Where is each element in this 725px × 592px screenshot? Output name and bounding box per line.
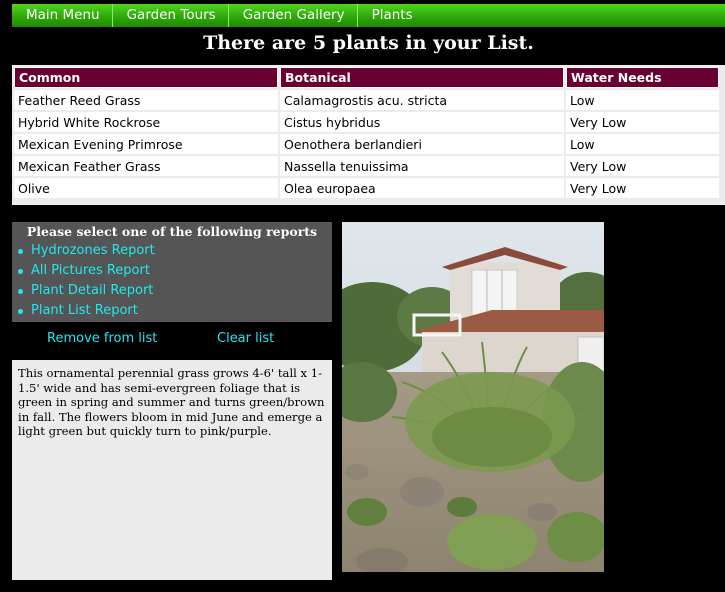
column-header-water-needs: Water Needs xyxy=(566,67,719,88)
bullet-icon xyxy=(18,249,23,254)
plant-description: This ornamental perennial grass grows 4-… xyxy=(12,360,332,580)
table-row: Hybrid White Rockrose Cistus hybridus Ve… xyxy=(14,112,719,132)
table-row: Feather Reed Grass Calamagrostis acu. st… xyxy=(14,90,719,110)
table-row: Mexican Evening Primrose Oenothera berla… xyxy=(14,134,719,154)
report-link-all-pictures[interactable]: All Pictures Report xyxy=(12,261,332,281)
cell-botanical: Calamagrostis acu. stricta xyxy=(280,90,564,110)
report-list: Hydrozones Report All Pictures Report Pl… xyxy=(12,241,332,321)
report-link-label: Plant List Report xyxy=(31,303,138,318)
remove-from-list-link[interactable]: Remove from list xyxy=(47,331,157,346)
page-title: There are 5 plants in your List. xyxy=(203,32,534,54)
cell-botanical: Nassella tenuissima xyxy=(280,156,564,176)
cell-common: Olive xyxy=(14,178,278,198)
cell-botanical: Oenothera berlandieri xyxy=(280,134,564,154)
cell-common: Feather Reed Grass xyxy=(14,90,278,110)
report-link-label: All Pictures Report xyxy=(31,263,150,278)
report-link-label: Hydrozones Report xyxy=(31,243,155,258)
cell-common: Hybrid White Rockrose xyxy=(14,112,278,132)
plant-list-table: Common Botanical Water Needs Feather Ree… xyxy=(12,65,721,200)
top-navigation-bar: Main Menu Garden Tours Garden Gallery Pl… xyxy=(12,4,725,27)
clear-list-link[interactable]: Clear list xyxy=(217,331,274,346)
report-link-label: Plant Detail Report xyxy=(31,283,154,298)
table-header-row: Common Botanical Water Needs xyxy=(14,67,719,88)
cell-water-needs: Low xyxy=(566,90,719,110)
cell-water-needs: Very Low xyxy=(566,112,719,132)
cell-botanical: Olea europaea xyxy=(280,178,564,198)
report-link-plant-detail[interactable]: Plant Detail Report xyxy=(12,281,332,301)
reports-panel: Please select one of the following repor… xyxy=(12,222,332,322)
nav-main-menu[interactable]: Main Menu xyxy=(12,4,113,27)
cell-common: Mexican Evening Primrose xyxy=(14,134,278,154)
report-link-hydrozones[interactable]: Hydrozones Report xyxy=(12,241,332,261)
cell-water-needs: Very Low xyxy=(566,156,719,176)
cell-water-needs: Low xyxy=(566,134,719,154)
nav-plants[interactable]: Plants xyxy=(358,4,425,27)
bullet-icon xyxy=(18,289,23,294)
reports-panel-title: Please select one of the following repor… xyxy=(26,224,318,239)
cell-botanical: Cistus hybridus xyxy=(280,112,564,132)
plant-photo xyxy=(342,222,604,572)
nav-garden-gallery[interactable]: Garden Gallery xyxy=(229,4,358,27)
table-row: Olive Olea europaea Very Low xyxy=(14,178,719,198)
nav-garden-tours[interactable]: Garden Tours xyxy=(113,4,229,27)
cell-common: Mexican Feather Grass xyxy=(14,156,278,176)
bullet-icon xyxy=(18,269,23,274)
plant-list-table-container: Common Botanical Water Needs Feather Ree… xyxy=(12,65,725,205)
bullet-icon xyxy=(18,309,23,314)
table-row: Mexican Feather Grass Nassella tenuissim… xyxy=(14,156,719,176)
column-header-common: Common xyxy=(14,67,278,88)
report-link-plant-list[interactable]: Plant List Report xyxy=(12,301,332,321)
column-header-botanical: Botanical xyxy=(280,67,564,88)
cell-water-needs: Very Low xyxy=(566,178,719,198)
